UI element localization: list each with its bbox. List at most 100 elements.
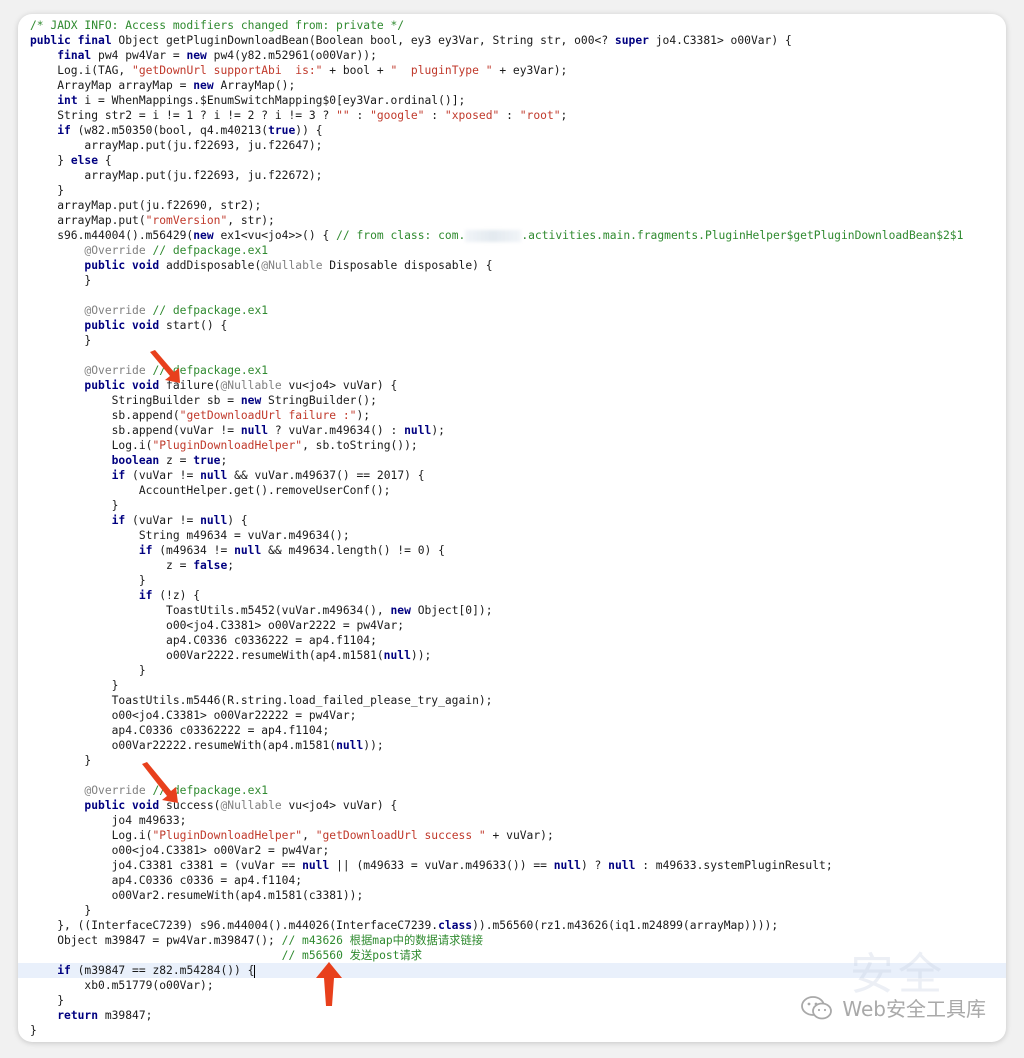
code-line[interactable]: arrayMap.put(ju.f22690, str2);: [30, 198, 1006, 213]
code-line[interactable]: StringBuilder sb = new StringBuilder();: [30, 393, 1006, 408]
code-line[interactable]: arrayMap.put(ju.f22693, ju.f22647);: [30, 138, 1006, 153]
code-line[interactable]: /* JADX INFO: Access modifiers changed f…: [30, 18, 1006, 33]
code-line[interactable]: s96.m44004().m56429(new ex1<vu<jo4>>() {…: [30, 228, 1006, 243]
code-line[interactable]: o00<jo4.C3381> o00Var22222 = pw4Var;: [30, 708, 1006, 723]
code-line[interactable]: }: [30, 1023, 1006, 1038]
code-token: "": [336, 109, 350, 122]
code-line[interactable]: final pw4 pw4Var = new pw4(y82.m52961(o0…: [30, 48, 1006, 63]
code-token: super: [614, 34, 649, 47]
code-line[interactable]: arrayMap.put("romVersion", str);: [30, 213, 1006, 228]
code-line[interactable]: }: [30, 678, 1006, 693]
code-token: /* JADX INFO: Access modifiers changed f…: [30, 19, 405, 32]
code-token: @Nullable: [220, 799, 282, 812]
code-line[interactable]: String str2 = i != 1 ? i != 2 ? i != 3 ?…: [30, 108, 1006, 123]
code-line[interactable]: public void start() {: [30, 318, 1006, 333]
code-line[interactable]: if (vuVar != null && vuVar.m49637() == 2…: [30, 468, 1006, 483]
code-token: new: [186, 49, 207, 62]
code-token: ) ?: [580, 859, 609, 872]
code-token: }: [30, 1024, 37, 1037]
red-arrow-success-icon: [142, 762, 178, 803]
code-line[interactable]: @Override // defpackage.ex1: [30, 243, 1006, 258]
code-line[interactable]: }: [30, 498, 1006, 513]
code-token: Object[0]);: [410, 604, 493, 617]
code-line[interactable]: } else {: [30, 153, 1006, 168]
code-line[interactable]: }: [30, 273, 1006, 288]
code-line[interactable]: ap4.C0336 c0336 = ap4.f1104;: [30, 873, 1006, 888]
code-line[interactable]: o00<jo4.C3381> o00Var2222 = pw4Var;: [30, 618, 1006, 633]
code-token: , str);: [227, 214, 275, 227]
code-token: "getDownloadUrl success ": [315, 829, 486, 842]
code-line[interactable]: o00Var2222.resumeWith(ap4.m1581(null));: [30, 648, 1006, 663]
code-token: s96.m44004().m56429(: [30, 229, 194, 242]
code-token: ArrayMap arrayMap =: [30, 79, 194, 92]
code-token: Disposable disposable) {: [322, 259, 493, 272]
code-line[interactable]: boolean z = true;: [30, 453, 1006, 468]
code-line[interactable]: jo4.C3381 c3381 = (vuVar == null || (m49…: [30, 858, 1006, 873]
code-token: false: [193, 559, 228, 572]
code-line[interactable]: AccountHelper.get().removeUserConf();: [30, 483, 1006, 498]
code-line[interactable]: Log.i(TAG, "getDownUrl supportAbi is:" +…: [30, 63, 1006, 78]
code-line[interactable]: o00Var22222.resumeWith(ap4.m1581(null));: [30, 738, 1006, 753]
code-line[interactable]: }: [30, 183, 1006, 198]
code-line[interactable]: sb.append(vuVar != null ? vuVar.m49634()…: [30, 423, 1006, 438]
code-token: int: [57, 94, 78, 107]
code-line[interactable]: }, ((InterfaceC7239) s96.m44004().m44026…: [30, 918, 1006, 933]
code-token: "google": [370, 109, 425, 122]
code-token: && vuVar.m49637() == 2017) {: [227, 469, 425, 482]
code-line[interactable]: public final Object getPluginDownloadBea…: [30, 33, 1006, 48]
code-viewer[interactable]: /* JADX INFO: Access modifiers changed f…: [18, 18, 1006, 1038]
code-token: null: [608, 859, 636, 872]
code-token: }: [30, 664, 146, 677]
code-line[interactable]: if (!z) {: [30, 588, 1006, 603]
code-token: "getDownloadUrl failure :": [179, 409, 357, 422]
code-line[interactable]: @Override // defpackage.ex1: [30, 303, 1006, 318]
code-line[interactable]: }: [30, 573, 1006, 588]
code-token: boolean: [111, 454, 160, 467]
code-token: if: [57, 964, 71, 977]
red-arrow-failure-icon: [150, 350, 180, 383]
code-token: if: [57, 124, 71, 137]
code-line[interactable]: if (m49634 != null && m49634.length() !=…: [30, 543, 1006, 558]
code-token: (vuVar !=: [125, 469, 201, 482]
code-line[interactable]: if (w82.m50350(bool, q4.m40213(true)) {: [30, 123, 1006, 138]
code-token: // m43626 根据map中的数据请求链接: [281, 934, 484, 947]
code-token: new: [390, 604, 411, 617]
code-token: null: [200, 469, 228, 482]
code-token: :: [349, 109, 371, 122]
code-line[interactable]: sb.append("getDownloadUrl failure :");: [30, 408, 1006, 423]
code-line[interactable]: ToastUtils.m5446(R.string.load_failed_pl…: [30, 693, 1006, 708]
code-line[interactable]: jo4 m49633;: [30, 813, 1006, 828]
code-token: "root": [519, 109, 561, 122]
code-line[interactable]: ArrayMap arrayMap = new ArrayMap();: [30, 78, 1006, 93]
code-token: @Override: [84, 364, 146, 377]
code-line[interactable]: ap4.C0336 c0336222 = ap4.f1104;: [30, 633, 1006, 648]
code-line[interactable]: if (vuVar != null) {: [30, 513, 1006, 528]
code-token: }: [30, 499, 119, 512]
code-line[interactable]: int i = WhenMappings.$EnumSwitchMapping$…: [30, 93, 1006, 108]
code-line[interactable]: arrayMap.put(ju.f22693, ju.f22672);: [30, 168, 1006, 183]
code-token: if: [111, 469, 126, 482]
code-token: m39847;: [98, 1009, 153, 1022]
code-line[interactable]: String m49634 = vuVar.m49634();: [30, 528, 1006, 543]
code-line[interactable]: }: [30, 663, 1006, 678]
code-line[interactable]: o00Var2.resumeWith(ap4.m1581(c3381));: [30, 888, 1006, 903]
code-line[interactable]: public void addDisposable(@Nullable Disp…: [30, 258, 1006, 273]
code-token: sb.append(vuVar !=: [30, 424, 241, 437]
code-line[interactable]: z = false;: [30, 558, 1006, 573]
code-line[interactable]: Log.i("PluginDownloadHelper", "getDownlo…: [30, 828, 1006, 843]
code-token: o00Var22222.resumeWith(ap4.m1581(: [30, 739, 337, 752]
code-line[interactable]: ToastUtils.m5452(vuVar.m49634(), new Obj…: [30, 603, 1006, 618]
code-token: "xposed": [444, 109, 500, 122]
code-line[interactable]: ap4.C0336 c03362222 = ap4.f1104;: [30, 723, 1006, 738]
code-token: "PluginDownloadHelper": [152, 439, 303, 452]
code-line[interactable]: o00<jo4.C3381> o00Var2 = pw4Var;: [30, 843, 1006, 858]
code-line[interactable]: }: [30, 903, 1006, 918]
code-token: vu<jo4> vuVar) {: [281, 799, 398, 812]
code-line[interactable]: Log.i("PluginDownloadHelper", sb.toStrin…: [30, 438, 1006, 453]
code-line[interactable]: }: [30, 333, 1006, 348]
code-line[interactable]: [30, 288, 1006, 303]
watermark: Web安全工具库: [800, 993, 986, 1022]
